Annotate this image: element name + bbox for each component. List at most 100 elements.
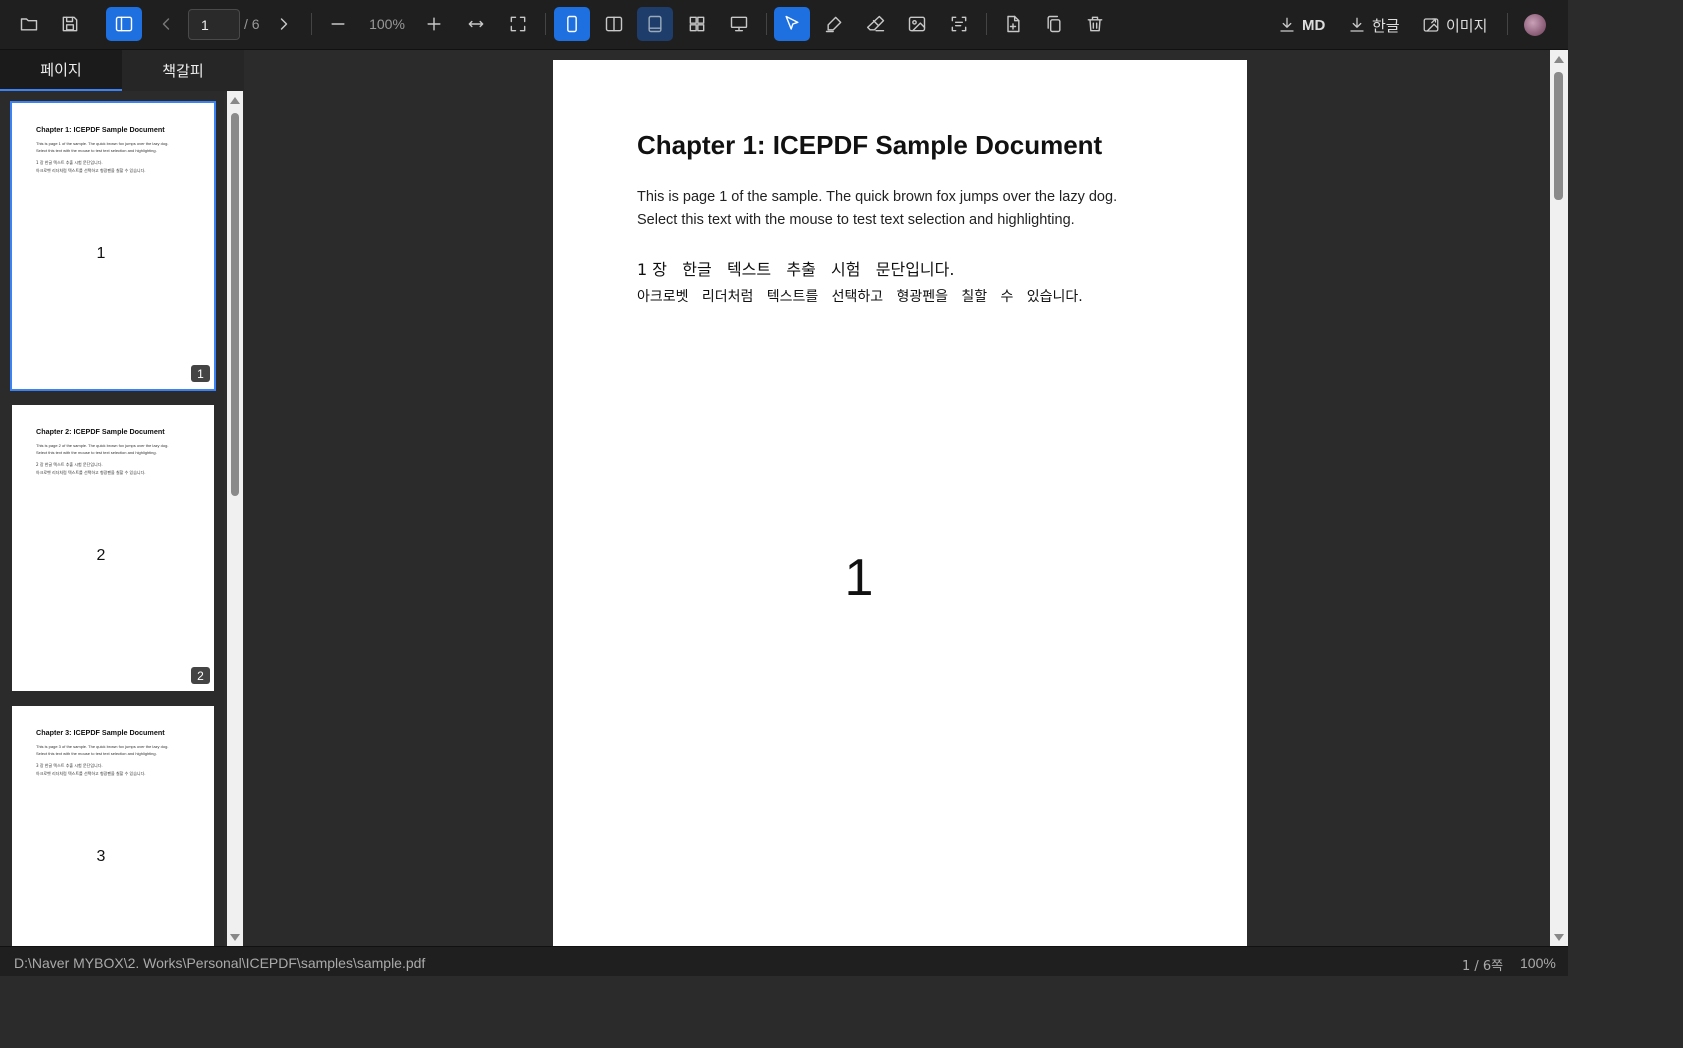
- scroll-up-arrow-icon[interactable]: [230, 97, 240, 104]
- toolbar-divider: [766, 13, 767, 35]
- thumbnail-line: This is page 2 of the sample. The quick …: [36, 443, 169, 448]
- sidebar-tabs: 페이지 책갈피: [0, 50, 244, 91]
- toolbar-divider: [986, 13, 987, 35]
- download-hangul-button[interactable]: 한글: [1348, 12, 1400, 38]
- sidebar-scrollbar[interactable]: [227, 91, 243, 946]
- two-page-view-button[interactable]: [596, 7, 632, 41]
- document-line: Select this text with the mouse to test …: [637, 212, 1075, 228]
- zoom-out-button[interactable]: [320, 7, 356, 41]
- export-image-label: 이미지: [1446, 16, 1488, 35]
- document-title: Chapter 1: ICEPDF Sample Document: [637, 130, 1103, 160]
- arrows-horizontal-icon: [468, 20, 484, 28]
- previous-page-button[interactable]: [148, 7, 184, 41]
- page-thumbnail-3[interactable]: Chapter 3: ICEPDF Sample Document This i…: [12, 706, 214, 946]
- thumbnail-title: Chapter 3: ICEPDF Sample Document: [36, 728, 165, 737]
- highlighter-icon: [825, 16, 842, 33]
- file-path: D:\Naver MYBOX\2. Works\Personal\ICEPDF\…: [14, 955, 426, 971]
- thumbnail-page-number: 2: [96, 547, 106, 564]
- thumbnail-line: This is page 3 of the sample. The quick …: [36, 744, 169, 749]
- scan-text-icon: [951, 16, 967, 32]
- chevron-left-icon: [162, 18, 170, 30]
- tab-bookmarks[interactable]: 책갈피: [122, 50, 244, 91]
- zoom-in-button[interactable]: [416, 7, 452, 41]
- thumbnail-badge: 1: [191, 365, 210, 382]
- ocr-scan-button[interactable]: [941, 7, 977, 41]
- document-korean-line: 1 장 한글 텍스트 추출 시험 문단입니다.: [637, 260, 955, 279]
- presentation-button[interactable]: [721, 7, 757, 41]
- minus-icon: [331, 23, 345, 25]
- add-page-button[interactable]: [995, 7, 1031, 41]
- plus-icon: [427, 17, 441, 31]
- zoom-level: 100%: [369, 16, 405, 32]
- sidebar-scroll-thumb[interactable]: [231, 113, 239, 496]
- status-page-indicator: 1 / 6쪽: [1462, 959, 1504, 974]
- fit-width-button[interactable]: [458, 7, 494, 41]
- toolbar: / 6 100%: [0, 0, 1568, 50]
- download-md-label: MD: [1302, 16, 1326, 34]
- thumbnail-title: Chapter 2: ICEPDF Sample Document: [36, 427, 165, 436]
- download-icon: [1280, 17, 1294, 32]
- pdf-page[interactable]: Chapter 1: ICEPDF Sample Document This i…: [553, 60, 1247, 946]
- single-page-view-button[interactable]: [554, 7, 590, 41]
- eraser-tool-button[interactable]: [858, 7, 894, 41]
- thumbnail-page-number: 3: [96, 848, 106, 865]
- folder-icon: [20, 18, 38, 31]
- viewer-scrollbar[interactable]: [1550, 50, 1568, 946]
- duplicate-page-button[interactable]: [1036, 7, 1072, 41]
- download-icon: [1350, 17, 1364, 32]
- thumbnail-list: Chapter 1: ICEPDF Sample Document This i…: [0, 91, 224, 946]
- two-page-icon: [605, 16, 623, 32]
- image-icon: [908, 16, 926, 32]
- fit-page-button[interactable]: [500, 7, 536, 41]
- tab-pages[interactable]: 페이지: [0, 50, 122, 91]
- insert-image-button[interactable]: [899, 7, 935, 41]
- highlighter-tool-button[interactable]: [816, 7, 852, 41]
- document-line: This is page 1 of the sample. The quick …: [637, 189, 1118, 205]
- open-folder-button[interactable]: [11, 7, 47, 41]
- scroll-up-arrow-icon[interactable]: [1554, 56, 1564, 63]
- grid-icon: [689, 16, 705, 32]
- thumbnail-line: This is page 1 of the sample. The quick …: [36, 141, 169, 146]
- toolbar-divider: [311, 13, 312, 35]
- download-md-button[interactable]: MD: [1278, 12, 1325, 38]
- page-thumbnail-2[interactable]: Chapter 2: ICEPDF Sample Document This i…: [12, 405, 214, 691]
- document-korean-line: 아크로벳 리더처럼 텍스트를 선택하고 형광펜을 칠할 수 있습니다.: [637, 289, 1083, 305]
- thumbnail-line: 아크로벳 리더처럼 텍스트를 선택하고 형광펜을 칠할 수 있습니다.: [36, 470, 146, 475]
- toggle-sidebar-button[interactable]: [106, 7, 142, 41]
- page-number-input[interactable]: [188, 9, 240, 40]
- download-hangul-label: 한글: [1372, 16, 1400, 35]
- save-button[interactable]: [52, 7, 88, 41]
- page-total-label: / 6: [244, 16, 260, 32]
- book-view-button[interactable]: [637, 7, 673, 41]
- thumbnail-line: 아크로벳 리더처럼 텍스트를 선택하고 형광펜을 칠할 수 있습니다.: [36, 168, 146, 173]
- next-page-button[interactable]: [266, 7, 302, 41]
- page-thumbnail-1[interactable]: Chapter 1: ICEPDF Sample Document This i…: [10, 101, 216, 391]
- thumbnail-title: Chapter 1: ICEPDF Sample Document: [36, 125, 165, 134]
- scroll-down-arrow-icon[interactable]: [230, 934, 240, 941]
- book-icon: [648, 15, 662, 33]
- trash-icon: [1087, 16, 1103, 32]
- toolbar-divider: [545, 13, 546, 35]
- thumbnail-page-number: 1: [96, 245, 106, 262]
- thumbnail-line: 3 장 한글 텍스트 추출 시험 문단입니다.: [36, 763, 103, 768]
- status-zoom: 100%: [1520, 955, 1556, 971]
- toolbar-divider: [1507, 13, 1508, 35]
- fullscreen-icon: [510, 16, 526, 32]
- export-image-button[interactable]: 이미지: [1422, 12, 1487, 38]
- avatar[interactable]: [1524, 14, 1546, 36]
- thumbnail-line: Select this text with the mouse to test …: [36, 450, 157, 455]
- scroll-down-arrow-icon[interactable]: [1554, 934, 1564, 941]
- delete-page-button[interactable]: [1077, 7, 1113, 41]
- single-page-icon: [567, 15, 577, 33]
- status-bar: D:\Naver MYBOX\2. Works\Personal\ICEPDF\…: [0, 946, 1568, 976]
- thumbnail-line: 2 장 한글 텍스트 추출 시험 문단입니다.: [36, 462, 103, 467]
- save-icon: [62, 16, 78, 32]
- image-export-icon: [1423, 18, 1439, 32]
- sidebar-icon: [115, 16, 133, 32]
- copy-icon: [1047, 15, 1061, 33]
- select-tool-button[interactable]: [774, 7, 810, 41]
- grid-view-button[interactable]: [679, 7, 715, 41]
- chevron-right-icon: [280, 18, 288, 30]
- cursor-icon: [785, 15, 799, 30]
- viewer-scroll-thumb[interactable]: [1554, 72, 1563, 200]
